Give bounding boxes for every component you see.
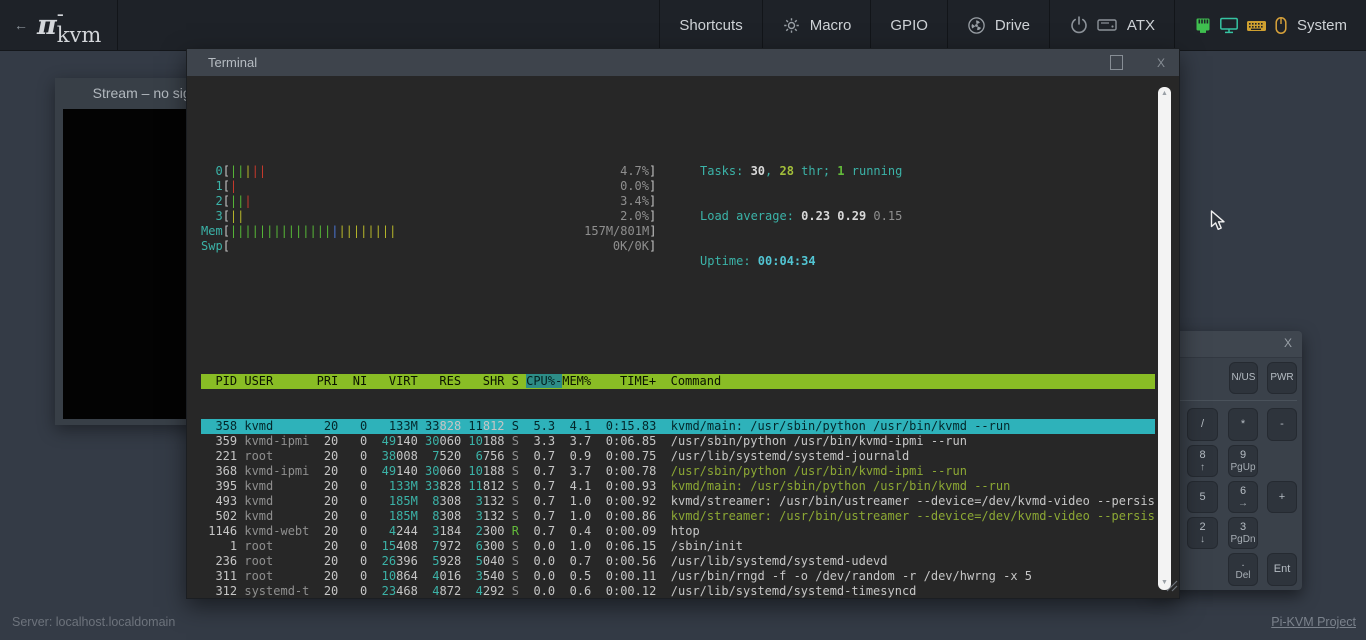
server-label: Server: localhost.localdomain — [12, 615, 175, 629]
menu-label: System — [1297, 17, 1347, 34]
process-row[interactable]: 368 kvmd-ipmi 20 0 49140 30060 10188 S 0… — [201, 464, 1155, 479]
process-row[interactable]: 502 kvmd 20 0 185M 8308 3132 S 0.7 1.0 0… — [201, 509, 1155, 524]
terminal-title: Terminal — [187, 55, 1110, 70]
process-row[interactable]: 311 root 20 0 10864 4016 3540 S 0.0 0.5 … — [201, 569, 1155, 584]
numpad-key-divide[interactable]: / — [1187, 408, 1218, 441]
logo-text: -kvm — [57, 4, 103, 46]
menu-item-drive[interactable]: Drive — [947, 0, 1049, 50]
process-row[interactable]: 1 root 20 0 15408 7972 6300 S 0.0 1.0 0:… — [201, 539, 1155, 554]
menu-label: Drive — [995, 17, 1030, 34]
menu-item-system[interactable]: System — [1174, 0, 1366, 50]
gear-icon — [782, 16, 801, 35]
psu-box-icon — [1096, 16, 1118, 34]
process-rows: 358 kvmd 20 0 133M 33828 11812 S 5.3 4.1… — [201, 419, 1155, 598]
menu-item-shortcuts[interactable]: Shortcuts — [659, 0, 761, 50]
numpad-key-5[interactable]: 5 — [1187, 481, 1218, 513]
mouse-cursor-icon — [1210, 210, 1226, 237]
meter-0: 0[||||| 4.7%] — [201, 164, 1155, 179]
meter-1: 1[| 0.0%] — [201, 179, 1155, 194]
top-menu-bar: ← π -kvm Shortcuts Macro GPIO Drive — [0, 0, 1366, 51]
mouse-status-icon — [1274, 16, 1288, 35]
disc-fan-icon — [967, 16, 986, 35]
menu-label: Shortcuts — [679, 17, 742, 34]
process-row[interactable]: 312 systemd-t 20 0 23468 4872 4292 S 0.0… — [201, 584, 1155, 598]
process-row[interactable]: 358 kvmd 20 0 133M 33828 11812 S 5.3 4.1… — [201, 419, 1155, 434]
tasks-summary: Tasks: 30, 28 thr; 1 running Load averag… — [700, 134, 902, 299]
process-table-header[interactable]: PID USER PRI NI VIRT RES SHR S CPU%-MEM%… — [201, 374, 1155, 389]
numpad-key-minus[interactable]: - — [1267, 408, 1297, 441]
numpad-key-2[interactable]: 2↓ — [1187, 517, 1218, 549]
tasks-line: Tasks: 30, 28 thr; 1 running — [700, 164, 902, 179]
meter-mem: Mem[||||||||||||||||||||||| 157M/801M] — [201, 224, 1155, 239]
load-average-line: Load average: 0.23 0.29 0.15 — [700, 209, 902, 224]
htop-header-area: 0[||||| 4.7%] 1[| 0.0%] 2[||| 3.4%] 3[|| — [201, 134, 1155, 299]
menu-label: Macro — [810, 17, 852, 34]
numpad-key-6[interactable]: 6→ — [1228, 481, 1258, 513]
terminal-window: Terminal X 0[||||| 4.7%] 1[| 0.0%] 2[||| — [186, 48, 1180, 599]
logo[interactable]: ← π -kvm — [0, 0, 118, 50]
process-row[interactable]: 493 kvmd 20 0 185M 8308 3132 S 0.7 1.0 0… — [201, 494, 1155, 509]
process-row[interactable]: 1146 kvmd-webt 20 0 4244 3184 2300 R 0.7… — [201, 524, 1155, 539]
menu-label: GPIO — [890, 17, 928, 34]
numpad-key-8[interactable]: 8↑ — [1187, 445, 1218, 477]
numpad-key-3[interactable]: 3PgDn — [1228, 517, 1258, 549]
menu-item-macro[interactable]: Macro — [762, 0, 871, 50]
process-row[interactable]: 395 kvmd 20 0 133M 33828 11812 S 0.7 4.1… — [201, 479, 1155, 494]
uptime-line: Uptime: 00:04:34 — [700, 254, 902, 269]
back-arrow-icon[interactable]: ← — [14, 17, 28, 33]
numpad-key-del[interactable]: .Del — [1228, 553, 1258, 586]
cpu-memory-meters: 0[||||| 4.7%] 1[| 0.0%] 2[||| 3.4%] 3[|| — [201, 164, 1155, 254]
numpad-key-multiply[interactable]: * — [1228, 408, 1258, 441]
monitor-status-icon — [1219, 16, 1239, 34]
menu-label: ATX — [1127, 17, 1155, 34]
resize-grip-icon[interactable] — [1165, 579, 1178, 597]
numpad-key-9[interactable]: 9PgUp — [1228, 445, 1258, 477]
meter-swp: Swp[ 0K/0K] — [201, 239, 1155, 254]
htop-output: 0[||||| 4.7%] 1[| 0.0%] 2[||| 3.4%] 3[|| — [201, 104, 1155, 598]
meter-3: 3[|| 2.0%] — [201, 209, 1155, 224]
ethernet-status-icon — [1194, 16, 1212, 34]
menu-item-atx[interactable]: ATX — [1049, 0, 1174, 50]
process-row[interactable]: 236 root 20 0 26396 5928 5040 S 0.0 0.7 … — [201, 554, 1155, 569]
terminal-content[interactable]: 0[||||| 4.7%] 1[| 0.0%] 2[||| 3.4%] 3[|| — [187, 76, 1179, 598]
maximize-icon — [1110, 55, 1123, 70]
process-row[interactable]: 359 kvmd-ipmi 20 0 49140 30060 10188 S 3… — [201, 434, 1155, 449]
pikvm-app: ← π -kvm Shortcuts Macro GPIO Drive — [0, 0, 1366, 640]
menu-item-gpio[interactable]: GPIO — [870, 0, 947, 50]
logo-pi: π — [37, 12, 57, 39]
process-row[interactable]: 221 root 20 0 38008 7520 6756 S 0.7 0.9 … — [201, 449, 1155, 464]
numpad-key-power[interactable]: PWR — [1267, 362, 1297, 394]
scrollbar-up-icon[interactable]: ▲ — [1158, 89, 1171, 99]
numpad-key-enter[interactable]: Ent — [1267, 553, 1297, 586]
top-navigation: Shortcuts Macro GPIO Drive — [659, 0, 1366, 50]
pikvm-project-link[interactable]: Pi-KVM Project — [1271, 615, 1356, 629]
keyboard-status-icon — [1246, 17, 1267, 34]
numpad-key-numlock[interactable]: N/US — [1229, 362, 1258, 394]
numpad-key-plus[interactable]: + — [1267, 481, 1297, 513]
scrollbar[interactable]: ▲ ▼ — [1158, 87, 1171, 590]
power-icon — [1069, 15, 1089, 35]
maximize-button[interactable] — [1110, 55, 1123, 70]
terminal-titlebar[interactable]: Terminal X — [187, 49, 1179, 77]
close-button[interactable]: X — [1157, 56, 1165, 70]
meter-2: 2[||| 3.4%] — [201, 194, 1155, 209]
close-icon[interactable]: X — [1284, 336, 1292, 350]
